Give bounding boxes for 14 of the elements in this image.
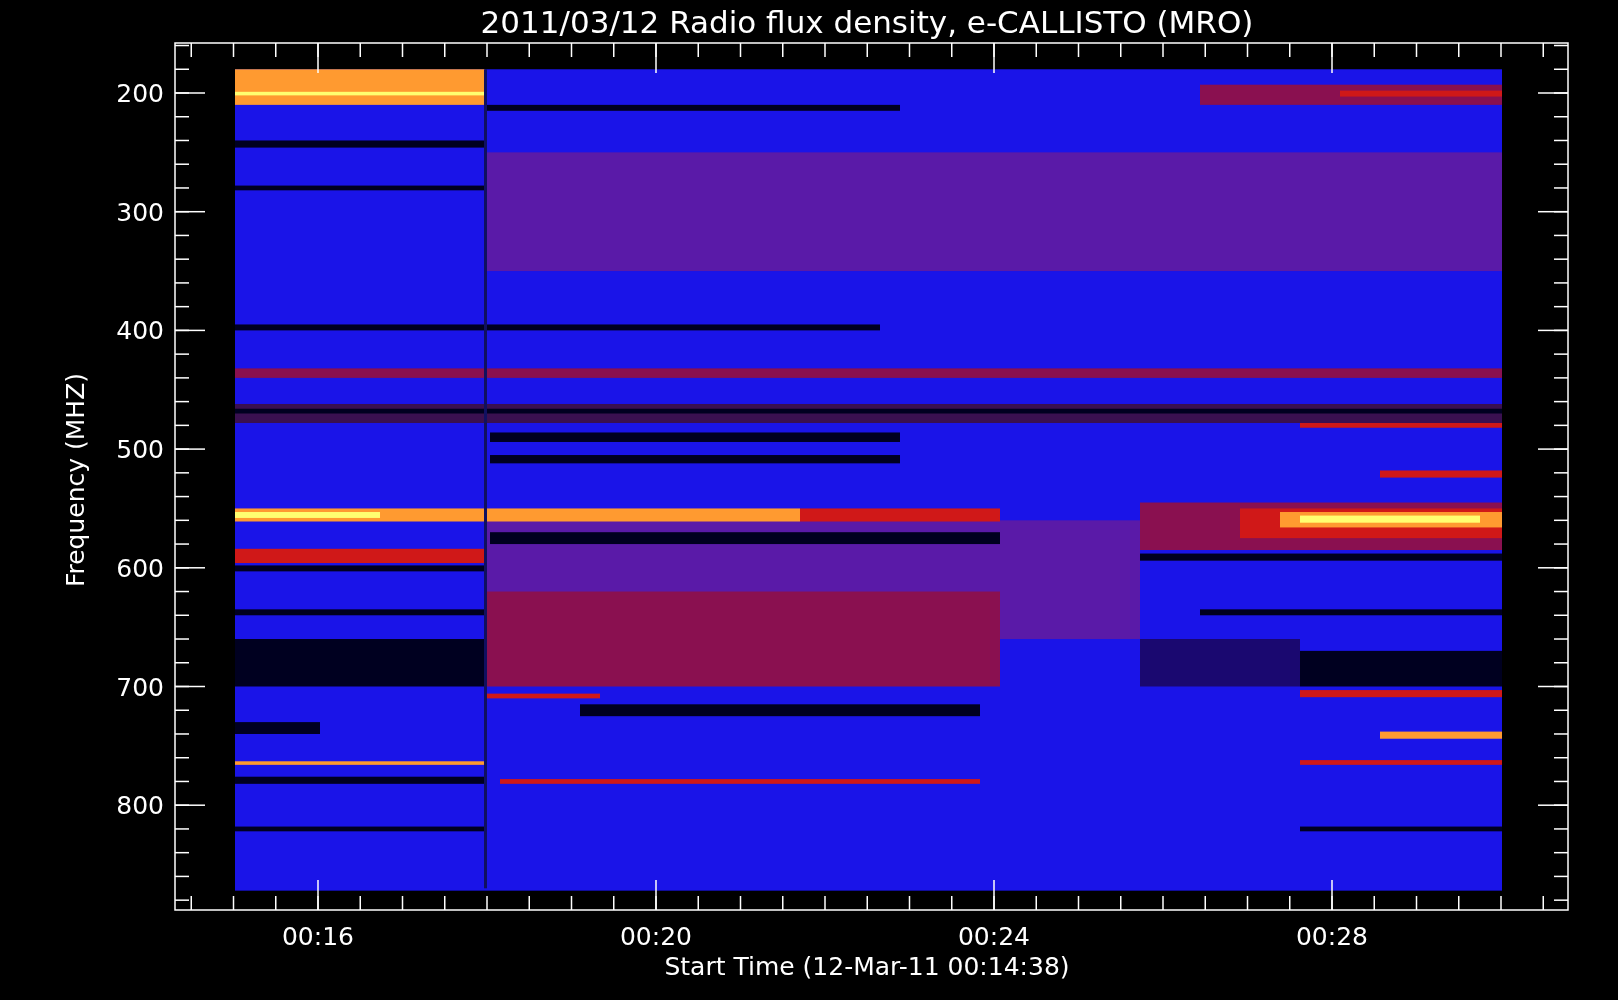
tick-label: 00:28 (1296, 922, 1368, 951)
axis-label: Start Time (12-Mar-11 00:14:38) (664, 952, 1070, 981)
tick-label: 400 (116, 316, 164, 346)
tick-label: 700 (116, 672, 164, 702)
axis-label: Frequency (MHZ) (61, 372, 90, 588)
tick-label: 200 (116, 79, 164, 108)
tick-label: 00:20 (620, 922, 692, 951)
tick-label: 00:24 (958, 922, 1030, 951)
tick-label: 600 (116, 553, 164, 583)
tick-label: 500 (116, 435, 164, 465)
chart-title: 2011/03/12 Radio flux density, e-CALLISTO (MRO) (480, 4, 1254, 40)
tick-label: 800 (116, 791, 164, 821)
tick-label: 00:16 (282, 922, 354, 951)
tick-label: 300 (116, 197, 164, 227)
